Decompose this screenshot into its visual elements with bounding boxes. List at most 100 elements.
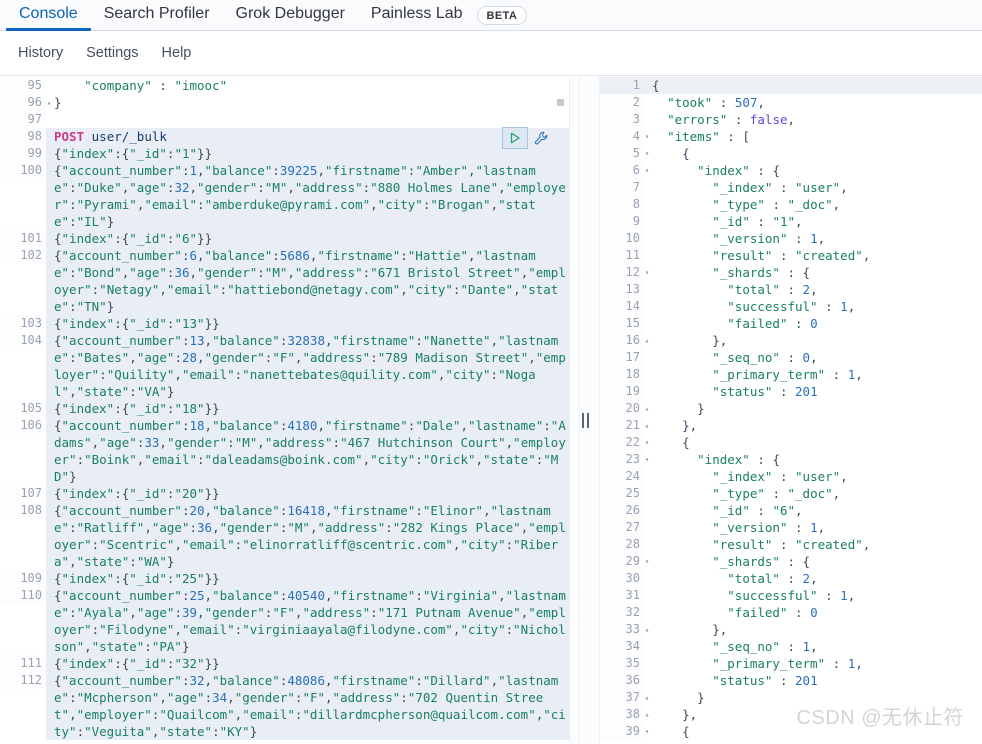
code-text[interactable]: "company" : "imooc" bbox=[46, 77, 570, 94]
fold-toggle-icon[interactable]: ▴ bbox=[44, 94, 54, 111]
tab-grok-debugger[interactable]: Grok Debugger bbox=[223, 4, 358, 31]
play-triangle-icon[interactable] bbox=[502, 127, 528, 149]
pane-splitter[interactable] bbox=[570, 77, 600, 744]
code-text[interactable]: {"index":{"_id":"25"}} bbox=[46, 570, 570, 587]
response-line[interactable]: 5 ▾ { bbox=[600, 145, 982, 162]
request-editor-surface[interactable]: 95 "company" : "imooc" 96 ▴} 97 98 POST user/… bbox=[0, 77, 570, 744]
response-line[interactable]: 18 "_primary_term" : 1, bbox=[600, 366, 982, 383]
code-text[interactable]: "failed" : 0 bbox=[644, 604, 982, 621]
response-line[interactable]: 25 "_type" : "_doc", bbox=[600, 485, 982, 502]
code-text[interactable]: {"index":{"_id":"20"}} bbox=[46, 485, 570, 502]
response-line[interactable]: 28 "result" : "created", bbox=[600, 536, 982, 553]
code-text[interactable]: "_index" : "user", bbox=[644, 468, 982, 485]
request-line[interactable]: 106 {"account_number":18,"balance":4180,"… bbox=[0, 417, 570, 485]
response-line[interactable]: 9 "_id" : "1", bbox=[600, 213, 982, 230]
subnav-item-settings[interactable]: Settings bbox=[76, 40, 148, 66]
code-text[interactable]: "_primary_term" : 1, bbox=[644, 366, 982, 383]
code-text[interactable]: "status" : 201 bbox=[644, 383, 982, 400]
code-text[interactable]: "_type" : "_doc", bbox=[644, 485, 982, 502]
response-line[interactable]: 21 ▴ }, bbox=[600, 417, 982, 434]
code-text[interactable]: "status" : 201 bbox=[644, 672, 982, 689]
request-line[interactable]: 107 {"index":{"_id":"20"}} bbox=[0, 485, 570, 502]
code-text[interactable]: }, bbox=[644, 417, 982, 434]
request-line[interactable]: 100 {"account_number":1,"balance":39225,"… bbox=[0, 162, 570, 230]
request-line[interactable]: 102 {"account_number":6,"balance":5686,"f… bbox=[0, 247, 570, 315]
code-text[interactable]: } bbox=[46, 94, 570, 111]
code-text[interactable]: {"index":{"_id":"13"}} bbox=[46, 315, 570, 332]
response-line[interactable]: 33 ▴ }, bbox=[600, 621, 982, 638]
code-text[interactable]: POST user/_bulk bbox=[46, 128, 570, 145]
code-text[interactable]: "_shards" : { bbox=[644, 553, 982, 570]
code-text[interactable]: {"index":{"_id":"1"}} bbox=[46, 145, 570, 162]
code-text[interactable]: "_index" : "user", bbox=[644, 179, 982, 196]
code-text[interactable]: "result" : "created", bbox=[644, 536, 982, 553]
response-pane[interactable]: 1▾{2 "took" : 507,3 "errors" : false,4▾ … bbox=[600, 77, 982, 744]
tab-search-profiler[interactable]: Search Profiler bbox=[91, 4, 223, 31]
code-text[interactable]: "failed" : 0 bbox=[644, 315, 982, 332]
code-text[interactable]: { bbox=[644, 434, 982, 451]
code-text[interactable]: {"account_number":13,"balance":32838,"fi… bbox=[46, 332, 570, 400]
response-line[interactable]: 16 ▴ }, bbox=[600, 332, 982, 349]
response-line[interactable]: 34 "_seq_no" : 1, bbox=[600, 638, 982, 655]
code-text[interactable]: }, bbox=[644, 332, 982, 349]
response-line[interactable]: 23 ▾ "index" : { bbox=[600, 451, 982, 468]
response-line[interactable]: 35 "_primary_term" : 1, bbox=[600, 655, 982, 672]
response-line[interactable]: 19 "status" : 201 bbox=[600, 383, 982, 400]
request-line[interactable]: 104 {"account_number":13,"balance":32838,… bbox=[0, 332, 570, 400]
code-text[interactable]: "_seq_no" : 1, bbox=[644, 638, 982, 655]
code-text[interactable]: {"index":{"_id":"32"}} bbox=[46, 655, 570, 672]
code-text[interactable]: "_type" : "_doc", bbox=[644, 196, 982, 213]
response-line[interactable]: 27 "_version" : 1, bbox=[600, 519, 982, 536]
request-line[interactable]: 96 ▴} bbox=[0, 94, 570, 111]
code-text[interactable]: } bbox=[644, 400, 982, 417]
code-text[interactable]: "_version" : 1, bbox=[644, 519, 982, 536]
request-line[interactable]: 105 {"index":{"_id":"18"}} bbox=[0, 400, 570, 417]
request-line[interactable]: 98 POST user/_bulk bbox=[0, 128, 570, 145]
request-line[interactable]: 112 {"account_number":32,"balance":48086,… bbox=[0, 672, 570, 740]
code-text[interactable]: "_primary_term" : 1, bbox=[644, 655, 982, 672]
code-text[interactable]: "_id" : "1", bbox=[644, 213, 982, 230]
response-line[interactable]: 17 "_seq_no" : 0, bbox=[600, 349, 982, 366]
request-line[interactable]: 99 {"index":{"_id":"1"}} bbox=[0, 145, 570, 162]
response-line[interactable]: 8 "_type" : "_doc", bbox=[600, 196, 982, 213]
tab-painless-lab[interactable]: Painless Lab bbox=[358, 4, 476, 31]
response-line[interactable]: 12 ▾ "_shards" : { bbox=[600, 264, 982, 281]
response-line[interactable]: 29 ▾ "_shards" : { bbox=[600, 553, 982, 570]
response-line[interactable]: 15 "failed" : 0 bbox=[600, 315, 982, 332]
response-line[interactable]: 7 "_index" : "user", bbox=[600, 179, 982, 196]
code-text[interactable]: "_version" : 1, bbox=[644, 230, 982, 247]
code-text[interactable]: "total" : 2, bbox=[644, 570, 982, 587]
code-text[interactable]: "successful" : 1, bbox=[644, 587, 982, 604]
code-text[interactable]: {"account_number":20,"balance":16418,"fi… bbox=[46, 502, 570, 570]
editor-scrollbar-thumb[interactable] bbox=[557, 99, 564, 106]
response-line[interactable]: 20 ▴ } bbox=[600, 400, 982, 417]
response-line[interactable]: 1▾{ bbox=[600, 77, 982, 94]
code-text[interactable]: "total" : 2, bbox=[644, 281, 982, 298]
code-text[interactable]: { bbox=[644, 145, 982, 162]
response-line[interactable]: 36 "status" : 201 bbox=[600, 672, 982, 689]
tab-console[interactable]: Console bbox=[6, 4, 91, 31]
code-text[interactable]: "items" : [ bbox=[644, 128, 982, 145]
code-text[interactable]: }, bbox=[644, 621, 982, 638]
response-line[interactable]: 3 "errors" : false, bbox=[600, 111, 982, 128]
response-line[interactable]: 32 "failed" : 0 bbox=[600, 604, 982, 621]
code-text[interactable]: "successful" : 1, bbox=[644, 298, 982, 315]
response-line[interactable]: 6 ▾ "index" : { bbox=[600, 162, 982, 179]
request-line[interactable]: 101 {"index":{"_id":"6"}} bbox=[0, 230, 570, 247]
response-line[interactable]: 31 "successful" : 1, bbox=[600, 587, 982, 604]
response-line[interactable]: 24 "_index" : "user", bbox=[600, 468, 982, 485]
code-text[interactable]: "index" : { bbox=[644, 451, 982, 468]
code-text[interactable]: {"account_number":32,"balance":48086,"fi… bbox=[46, 672, 570, 740]
request-line[interactable]: 95 "company" : "imooc" bbox=[0, 77, 570, 94]
code-text[interactable]: "took" : 507, bbox=[644, 94, 982, 111]
request-line[interactable]: 97 bbox=[0, 111, 570, 128]
response-line[interactable]: 14 "successful" : 1, bbox=[600, 298, 982, 315]
response-line[interactable]: 22 ▾ { bbox=[600, 434, 982, 451]
request-line[interactable]: 103 {"index":{"_id":"13"}} bbox=[0, 315, 570, 332]
request-line[interactable]: 108 {"account_number":20,"balance":16418,… bbox=[0, 502, 570, 570]
response-line[interactable]: 4 ▾ "items" : [ bbox=[600, 128, 982, 145]
response-line[interactable]: 13 "total" : 2, bbox=[600, 281, 982, 298]
subnav-item-help[interactable]: Help bbox=[152, 40, 202, 66]
code-text[interactable]: "_id" : "6", bbox=[644, 502, 982, 519]
code-text[interactable]: {"account_number":6,"balance":5686,"firs… bbox=[46, 247, 570, 315]
